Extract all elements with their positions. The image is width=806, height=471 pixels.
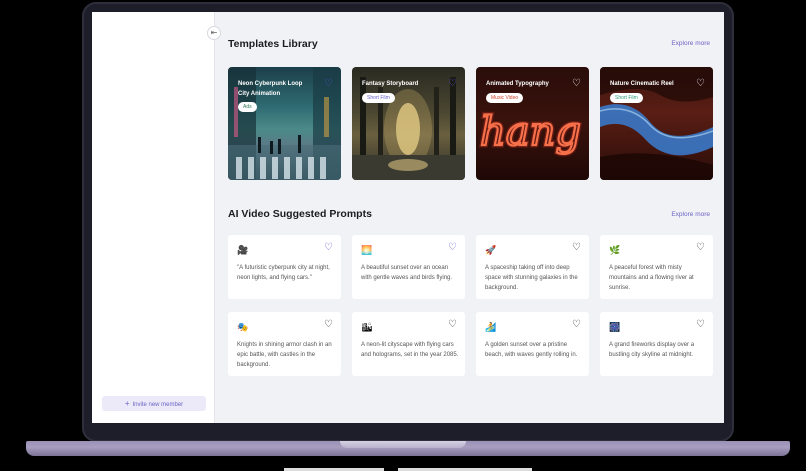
prompt-card[interactable]: 🎭 ♡ Knights in shining armor clash in an… xyxy=(228,312,341,376)
main-content: Templates Library Explore more Neon Cybe… xyxy=(214,12,724,423)
favorite-heart-icon[interactable]: ♡ xyxy=(448,79,457,89)
prompt-text: A peaceful forest with misty mountains a… xyxy=(609,265,694,291)
templates-explore-more-link[interactable]: Explore more xyxy=(671,40,710,47)
plant-icon: 🌿 xyxy=(609,245,621,255)
prompt-text: "A futuristic cyberpunk city at night, n… xyxy=(237,265,330,281)
template-card[interactable]: hang hang Animated Typography ♡ Music Vi… xyxy=(476,67,589,180)
template-category-tag: Short Film xyxy=(610,93,643,103)
prompt-text: A golden sunset over a pristine beach, w… xyxy=(485,342,578,358)
templates-card-list: Neon Cyberpunk Loop City Animation ♡ Ads… xyxy=(228,67,714,181)
template-category-tag: Music Video xyxy=(486,93,524,103)
template-card[interactable]: Nature Cinematic Reel ♡ Short Film xyxy=(600,67,713,180)
prompt-text: A neon-lit cityscape with flying cars an… xyxy=(361,342,459,358)
collapse-sidebar-icon[interactable]: ⇤ xyxy=(207,26,221,40)
surfer-icon: 🏄 xyxy=(485,322,497,332)
templates-library-title: Templates Library xyxy=(228,38,318,50)
template-card-title: Animated Typography xyxy=(486,81,549,87)
favorite-heart-icon[interactable]: ♡ xyxy=(324,320,333,330)
prompt-text: A beautiful sunset over an ocean with ge… xyxy=(361,265,453,281)
movie-camera-icon: 🎥 xyxy=(237,245,249,255)
favorite-heart-icon[interactable]: ♡ xyxy=(696,320,705,330)
template-card-title: Fantasy Storyboard xyxy=(362,81,419,87)
invite-member-label: Invite new member xyxy=(132,402,184,408)
template-card[interactable]: Fantasy Storyboard ♡ Short Film xyxy=(352,67,465,180)
favorite-heart-icon[interactable]: ♡ xyxy=(572,243,581,253)
favorite-heart-icon[interactable]: ♡ xyxy=(448,320,457,330)
prompt-card[interactable]: 🏄 ♡ A golden sunset over a pristine beac… xyxy=(476,312,589,376)
favorite-heart-icon[interactable]: ♡ xyxy=(448,243,457,253)
prompt-card[interactable]: 🏙 ♡ A neon-lit cityscape with flying car… xyxy=(352,312,465,376)
sidebar: + Invite new member xyxy=(92,12,215,423)
invite-member-button[interactable]: + Invite new member xyxy=(102,396,206,411)
svg-text:hang: hang xyxy=(480,109,581,155)
plus-icon: + xyxy=(124,399,130,408)
cityscape-icon: 🏙 xyxy=(361,322,373,332)
prompt-card[interactable]: 🎥 ♡ "A futuristic cyberpunk city at nigh… xyxy=(228,235,341,299)
template-card[interactable]: Neon Cyberpunk Loop City Animation ♡ Ads xyxy=(228,67,341,180)
prompt-card[interactable]: 🚀 ♡ A spaceship taking off into deep spa… xyxy=(476,235,589,299)
rocket-icon: 🚀 xyxy=(485,245,497,255)
template-card-title: Neon Cyberpunk Loop City Animation xyxy=(238,81,303,97)
template-category-tag: Short Film xyxy=(362,93,395,103)
favorite-heart-icon[interactable]: ♡ xyxy=(572,320,581,330)
prompts-section-title: AI Video Suggested Prompts xyxy=(228,208,372,220)
prompt-text: A grand fireworks display over a bustlin… xyxy=(609,342,695,358)
sunset-icon: 🌅 xyxy=(361,245,373,255)
prompt-card[interactable]: 🌿 ♡ A peaceful forest with misty mountai… xyxy=(600,235,713,299)
favorite-heart-icon[interactable]: ♡ xyxy=(324,243,333,253)
theater-masks-icon: 🎭 xyxy=(237,322,249,332)
favorite-heart-icon[interactable]: ♡ xyxy=(572,79,581,89)
prompt-card[interactable]: 🎆 ♡ A grand fireworks display over a bus… xyxy=(600,312,713,376)
app-screen: + Invite new member ⇤ Templates Library E… xyxy=(92,12,724,423)
prompts-explore-more-link[interactable]: Explore more xyxy=(671,211,710,218)
template-card-title: Nature Cinematic Reel xyxy=(610,81,674,87)
fireworks-icon: 🎆 xyxy=(609,322,621,332)
template-category-tag: Ads xyxy=(238,102,257,112)
favorite-heart-icon[interactable]: ♡ xyxy=(324,79,333,89)
prompt-text: A spaceship taking off into deep space w… xyxy=(485,265,578,291)
favorite-heart-icon[interactable]: ♡ xyxy=(696,243,705,253)
favorite-heart-icon[interactable]: ♡ xyxy=(696,79,705,89)
prompt-card[interactable]: 🌅 ♡ A beautiful sunset over an ocean wit… xyxy=(352,235,465,299)
laptop-notch xyxy=(340,441,466,448)
prompt-text: Knights in shining armor clash in an epi… xyxy=(237,342,332,368)
